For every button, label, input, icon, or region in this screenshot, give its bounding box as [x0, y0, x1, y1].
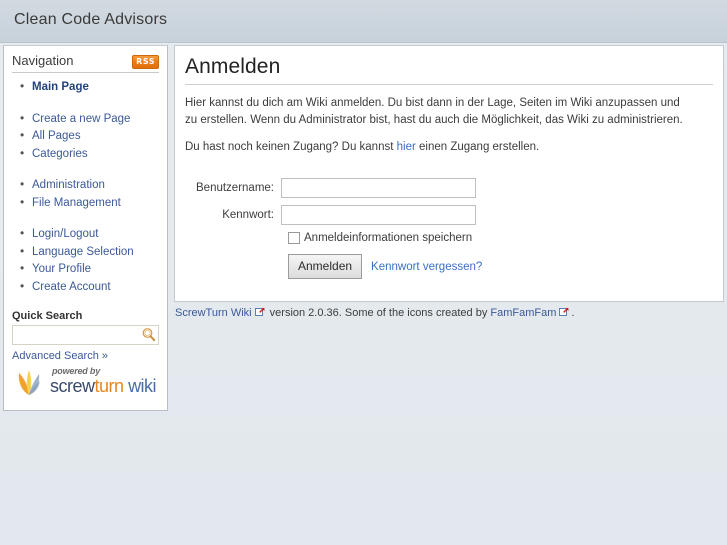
footer-version-text: version 2.0.36. Some of the icons create…: [266, 307, 491, 319]
sidebar-item-label[interactable]: Create a new Page: [32, 113, 130, 125]
wiki-page: Clean Code Advisors Navigation RSS Main …: [0, 0, 727, 545]
sidebar-nav-spacer: [32, 212, 167, 226]
create-account-link[interactable]: hier: [397, 141, 416, 153]
search-input[interactable]: [12, 325, 159, 345]
sidebar-item-all-pages[interactable]: All Pages: [20, 127, 167, 146]
sidebar-item-label[interactable]: All Pages: [32, 130, 81, 142]
sidebar-nav-spacer: [32, 97, 167, 111]
sidebar-item-label[interactable]: Language Selection: [32, 246, 134, 258]
screwturn-leaf-logo-icon: [12, 364, 46, 398]
username-input[interactable]: [281, 178, 476, 198]
quick-search-row: [12, 325, 159, 345]
page-title: Anmelden: [185, 55, 713, 85]
sidebar-nav-spacer: [32, 163, 167, 177]
site-title: Clean Code Advisors: [14, 11, 168, 28]
footer-trailing-text: .: [571, 307, 575, 319]
remember-row[interactable]: Anmeldeinformationen speichern: [288, 232, 723, 244]
submit-row: Anmelden Kennwort vergessen?: [288, 254, 723, 279]
sidebar-item-administration[interactable]: Administration: [20, 176, 167, 195]
password-row: Kennwort:: [175, 205, 723, 225]
username-label: Benutzername:: [196, 182, 274, 194]
signup-text-after: einen Zugang erstellen.: [415, 141, 540, 153]
famfamfam-link[interactable]: FamFamFam: [490, 307, 556, 319]
logo-name-part2: turn: [94, 376, 125, 396]
sidebar-title: Navigation: [12, 53, 74, 68]
content-panel: Anmelden Hier kannst du dich am Wiki anm…: [174, 45, 724, 302]
sidebar-panel: Navigation RSS Main Page Create a new Pag…: [3, 45, 168, 411]
remember-checkbox[interactable]: [288, 232, 300, 244]
logo-name: screwturn wiki: [50, 376, 157, 396]
logo-name-part1: screw: [50, 376, 95, 396]
external-link-icon: [559, 307, 569, 317]
sidebar-item-label[interactable]: Administration: [32, 179, 105, 191]
sidebar-item-file-management[interactable]: File Management: [20, 194, 167, 213]
remember-label: Anmeldeinformationen speichern: [304, 232, 473, 244]
logo-name-part3: wiki: [128, 376, 157, 396]
rss-icon[interactable]: RSS: [132, 55, 159, 69]
advanced-search-link[interactable]: Advanced Search »: [12, 350, 159, 362]
password-input[interactable]: [281, 205, 476, 225]
footer: ScrewTurn Wiki version 2.0.36. Some of t…: [175, 307, 574, 319]
sidebar-item-your-profile[interactable]: Your Profile: [20, 260, 167, 279]
screwturn-wiki-link[interactable]: ScrewTurn Wiki: [175, 307, 252, 319]
intro-paragraph: Hier kannst du dich am Wiki anmelden. Du…: [185, 97, 683, 126]
signup-text-before: Du hast noch keinen Zugang? Du kannst: [185, 141, 397, 153]
logo-wordmark: powered by screwturn wiki: [50, 366, 157, 396]
sidebar-item-label[interactable]: File Management: [32, 197, 121, 209]
signup-paragraph: Du hast noch keinen Zugang? Du kannst hi…: [185, 139, 690, 156]
logo-powered-by: powered by: [52, 366, 101, 376]
sidebar-nav-list: Main Page Create a new Page All Pages Categ…: [4, 78, 167, 297]
external-link-icon: [254, 307, 265, 317]
password-label: Kennwort:: [222, 209, 274, 221]
sidebar-item-label[interactable]: Login/Logout: [32, 228, 99, 240]
powered-by-logo[interactable]: powered by screwturn wiki: [12, 364, 157, 398]
sidebar-item-label[interactable]: Create Account: [32, 281, 111, 293]
sidebar-item-label[interactable]: Main Page: [32, 81, 89, 93]
login-button[interactable]: Anmelden: [288, 254, 363, 279]
login-form: Benutzername: Kennwort: Anmeldeinformati…: [175, 178, 723, 279]
quick-search-label: Quick Search: [12, 310, 83, 322]
sidebar-item-main-page[interactable]: Main Page: [20, 78, 167, 97]
sidebar-item-language-selection[interactable]: Language Selection: [20, 243, 167, 262]
sidebar-item-login-logout[interactable]: Login/Logout: [20, 225, 167, 244]
sidebar-item-label[interactable]: Categories: [32, 148, 88, 160]
sidebar-header: Navigation RSS: [12, 53, 159, 73]
forgot-password-link[interactable]: Kennwort vergessen?: [371, 261, 482, 273]
sidebar-item-create-account[interactable]: Create Account: [20, 278, 167, 297]
username-row: Benutzername:: [175, 178, 723, 198]
sidebar-item-categories[interactable]: Categories: [20, 145, 167, 164]
site-header: Clean Code Advisors: [0, 0, 727, 43]
sidebar-item-create-a-new-page[interactable]: Create a new Page: [20, 110, 167, 129]
sidebar-item-label[interactable]: Your Profile: [32, 263, 91, 275]
